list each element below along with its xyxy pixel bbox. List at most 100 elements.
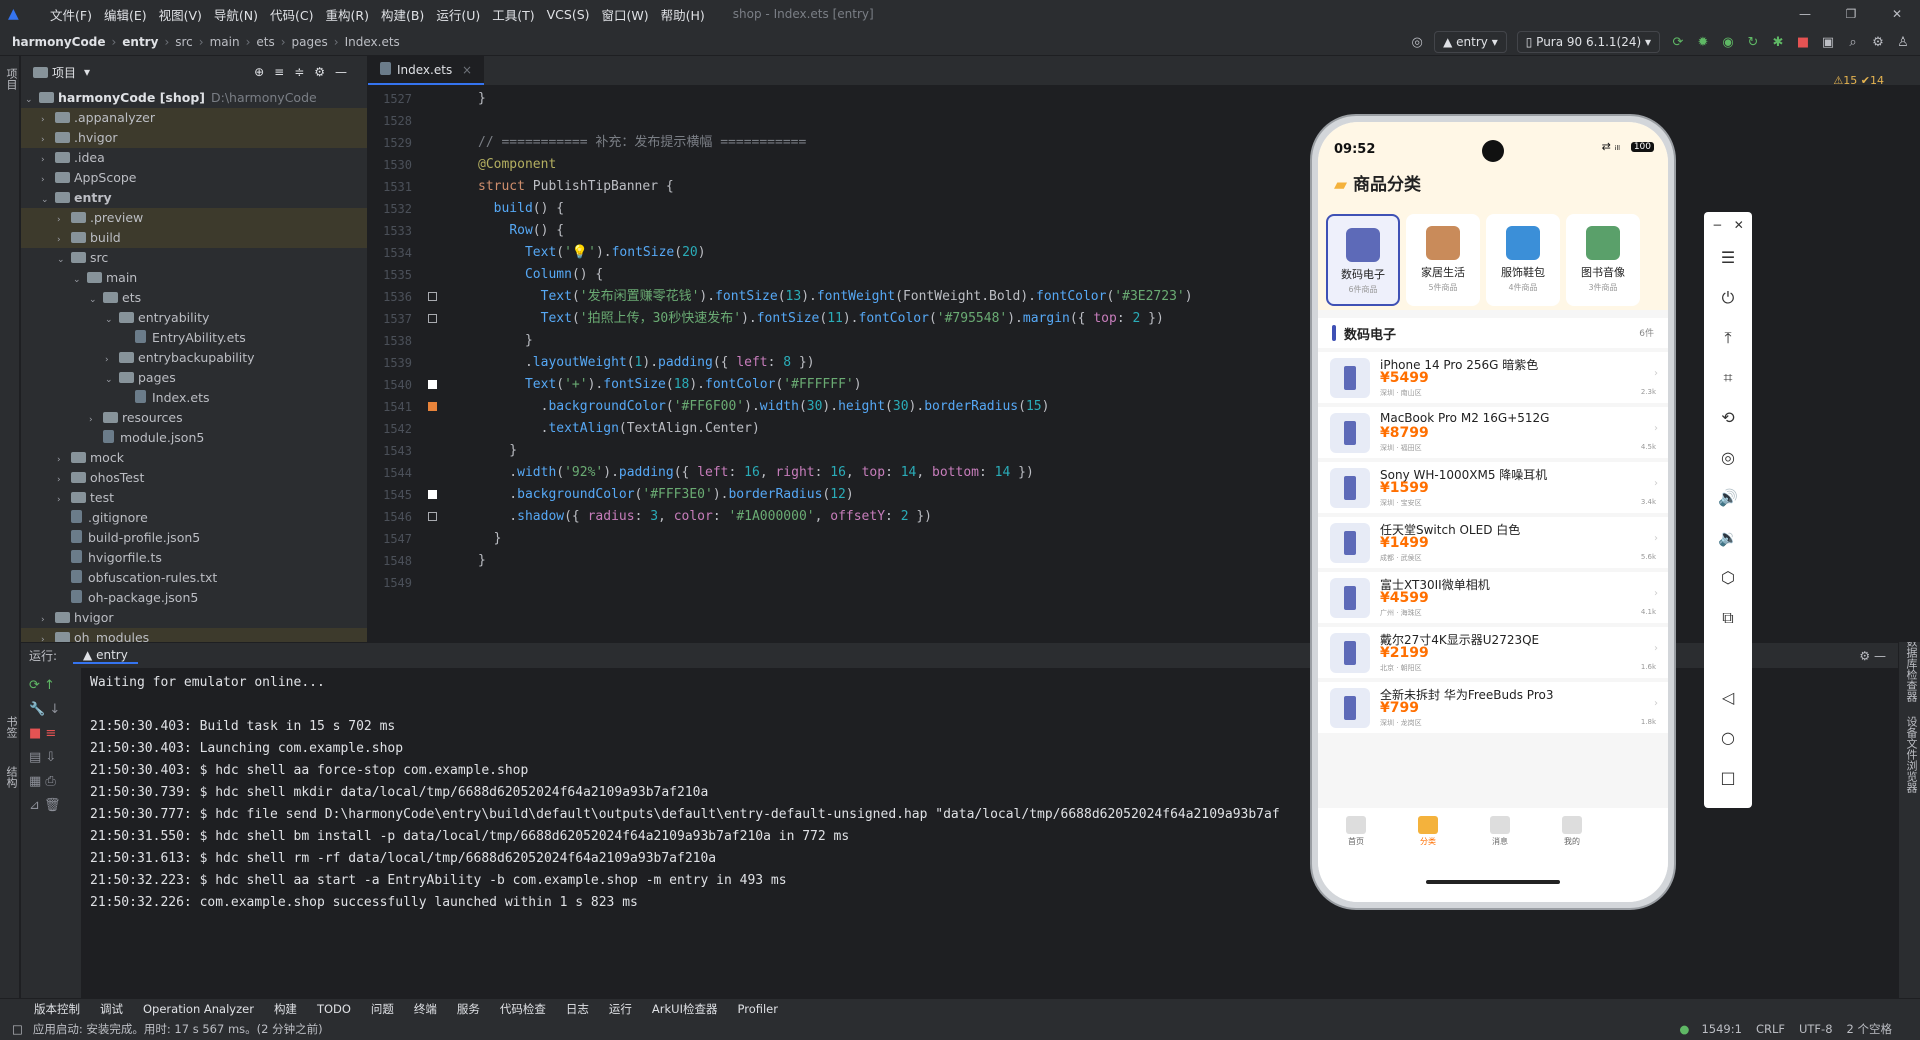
shake-icon[interactable]: ⬡ — [1704, 558, 1752, 598]
menu-item[interactable]: 重构(R) — [326, 5, 369, 24]
bottom-tool-12[interactable]: Profiler — [738, 1002, 779, 1016]
chevron-icon[interactable]: ⌄ — [41, 190, 55, 210]
indent-setting[interactable]: 2 个空格 — [1847, 1021, 1892, 1037]
tree-item[interactable]: hvigorfile.ts — [21, 548, 367, 568]
color-swatch-icon[interactable] — [428, 314, 437, 323]
top-icon[interactable]: ⤒ — [1704, 318, 1752, 358]
menu-item[interactable]: VCS(S) — [547, 7, 590, 22]
line-separator[interactable]: CRLF — [1756, 1022, 1785, 1036]
menu-item[interactable]: 构建(B) — [381, 5, 424, 24]
chevron-icon[interactable]: › — [57, 490, 71, 510]
product-card[interactable]: MacBook Pro M2 16G+512G ¥8799 深圳 · 福田区 4.5k… — [1318, 407, 1668, 458]
strip-bookmarks[interactable]: 书签 — [3, 716, 19, 738]
chevron-icon[interactable]: › — [41, 150, 55, 170]
chevron-icon[interactable]: › — [41, 130, 55, 150]
gear-icon[interactable]: ⚙ — [1870, 35, 1886, 50]
bottom-tool-7[interactable]: 服务 — [457, 1001, 480, 1017]
bottom-tool-1[interactable]: 调试 — [100, 1001, 123, 1017]
project-toolbar-icons[interactable]: ⊕≡≑⚙— — [254, 65, 357, 79]
chevron-icon[interactable]: › — [41, 610, 55, 630]
emulator-min-close-icon[interactable]: − ✕ — [1704, 212, 1752, 238]
back-icon[interactable]: ◁ — [1704, 678, 1752, 718]
chevron-icon[interactable]: ⌄ — [57, 250, 71, 270]
run-config-select[interactable]: ▲ entry ▾ — [1434, 31, 1507, 53]
menu-item[interactable]: 帮助(H) — [661, 5, 705, 24]
chevron-down-icon[interactable]: ▾ — [84, 65, 90, 79]
menu-item[interactable]: 导航(N) — [214, 5, 258, 24]
bottom-tool-0[interactable]: 版本控制 — [34, 1001, 80, 1017]
breadcrumb-item[interactable]: entry — [122, 35, 158, 49]
breadcrumb-item[interactable]: ets — [256, 35, 274, 49]
profile-icon[interactable]: ◉ — [1720, 35, 1736, 50]
product-card[interactable]: iPhone 14 Pro 256G 暗紫色 ¥5499 深圳 · 南山区 2.3k › — [1318, 352, 1668, 403]
recents-icon[interactable]: □ — [1704, 758, 1752, 798]
inspection-widget[interactable]: ⚠15 ✔14 — [1833, 74, 1884, 87]
menu-item[interactable]: 工具(T) — [492, 5, 534, 24]
tree-item[interactable]: › .appanalyzer — [21, 108, 367, 128]
tree-item[interactable]: build-profile.json5 — [21, 528, 367, 548]
tree-item[interactable]: .gitignore — [21, 508, 367, 528]
chevron-icon[interactable]: › — [57, 450, 71, 470]
tab-index-ets[interactable]: Index.ets × — [368, 55, 485, 85]
category-card[interactable]: 家居生活 5件商品 — [1406, 214, 1480, 306]
screenshot-icon[interactable]: ⧉ — [1704, 598, 1752, 638]
breadcrumb-item[interactable]: src — [175, 35, 193, 49]
tree-item[interactable]: › hvigor — [21, 608, 367, 628]
tree-item[interactable]: › ohosTest — [21, 468, 367, 488]
menu-item[interactable]: 窗口(W) — [602, 5, 649, 24]
tree-item[interactable]: ⌄ pages — [21, 368, 367, 388]
bottom-tool-8[interactable]: 代码检查 — [500, 1001, 546, 1017]
rotate-icon[interactable]: ⟲ — [1704, 398, 1752, 438]
volume-down-icon[interactable]: 🔉 — [1704, 518, 1752, 558]
product-card[interactable]: 戴尔27寸4K显示器U2723QE ¥2199 北京 · 朝阳区 1.6k › — [1318, 627, 1668, 678]
breadcrumb-item[interactable]: main — [210, 35, 240, 49]
nav-item[interactable]: 我的 — [1542, 816, 1602, 847]
chevron-icon[interactable]: › — [89, 410, 103, 430]
device-manager-icon[interactable]: ▣ — [1820, 35, 1836, 50]
minimize-icon[interactable]: — — [1782, 0, 1828, 28]
menu-item[interactable]: 文件(F) — [50, 5, 92, 24]
tree-item[interactable]: ⌄ entryability — [21, 308, 367, 328]
chevron-icon[interactable]: › — [57, 210, 71, 230]
tree-item[interactable]: ⌄ ets — [21, 288, 367, 308]
nav-item[interactable]: 首页 — [1326, 816, 1386, 847]
category-card[interactable]: 数码电子 6件商品 — [1326, 214, 1400, 306]
tree-item[interactable]: › resources — [21, 408, 367, 428]
print-icon[interactable]: ▦ ⎙ — [29, 770, 81, 794]
menu-item[interactable]: 代码(C) — [270, 5, 313, 24]
tree-item[interactable]: module.json5 — [21, 428, 367, 448]
volume-up-icon[interactable]: 🔊 — [1704, 478, 1752, 518]
tree-item[interactable]: › test — [21, 488, 367, 508]
product-card[interactable]: 任天堂Switch OLED 白色 ¥1499 成都 · 武侯区 5.6k › — [1318, 517, 1668, 568]
home-icon[interactable]: ○ — [1704, 718, 1752, 758]
file-encoding[interactable]: UTF-8 — [1799, 1022, 1833, 1036]
bottom-tool-6[interactable]: 终端 — [414, 1001, 437, 1017]
strip-设备文件浏览器[interactable]: 设备文件浏览器 — [1903, 716, 1919, 793]
reload-icon[interactable]: ↻ — [1745, 35, 1761, 50]
product-card[interactable]: 富士XT30II微单相机 ¥4599 广州 · 海珠区 4.1k › — [1318, 572, 1668, 623]
close-icon[interactable]: ✕ — [1874, 0, 1920, 28]
target-icon[interactable]: ◎ — [1409, 35, 1425, 50]
tree-item[interactable]: EntryAbility.ets — [21, 328, 367, 348]
tree-item[interactable]: › .idea — [21, 148, 367, 168]
chevron-icon[interactable]: › — [57, 470, 71, 490]
tree-root[interactable]: ⌄ harmonyCode [shop] D:\harmonyCode — [21, 88, 367, 108]
search-icon[interactable]: ⌕ — [1845, 35, 1861, 50]
rerun-icon[interactable]: ⟳ — [1670, 35, 1686, 50]
strip-project[interactable]: 项目 — [3, 68, 19, 90]
location-icon[interactable]: ◎ — [1704, 438, 1752, 478]
tree-item[interactable]: › entrybackupability — [21, 348, 367, 368]
nav-item[interactable]: 消息 — [1470, 816, 1530, 847]
chevron-icon[interactable]: › — [105, 350, 119, 370]
restore-icon[interactable]: ❐ — [1828, 0, 1874, 28]
category-card[interactable]: 服饰鞋包 4件商品 — [1486, 214, 1560, 306]
bottom-tool-11[interactable]: ArkUI检查器 — [652, 1001, 718, 1017]
pin-icon[interactable]: ⊿ 🗑 — [29, 794, 81, 818]
tree-item[interactable]: ⌄ src — [21, 248, 367, 268]
bottom-tool-4[interactable]: TODO — [317, 1002, 351, 1016]
color-swatch-icon[interactable] — [428, 512, 437, 521]
chevron-icon[interactable]: › — [57, 230, 71, 250]
menu-item[interactable]: 视图(V) — [159, 5, 202, 24]
bottom-tool-10[interactable]: 运行 — [609, 1001, 632, 1017]
bottom-tool-5[interactable]: 问题 — [371, 1001, 394, 1017]
